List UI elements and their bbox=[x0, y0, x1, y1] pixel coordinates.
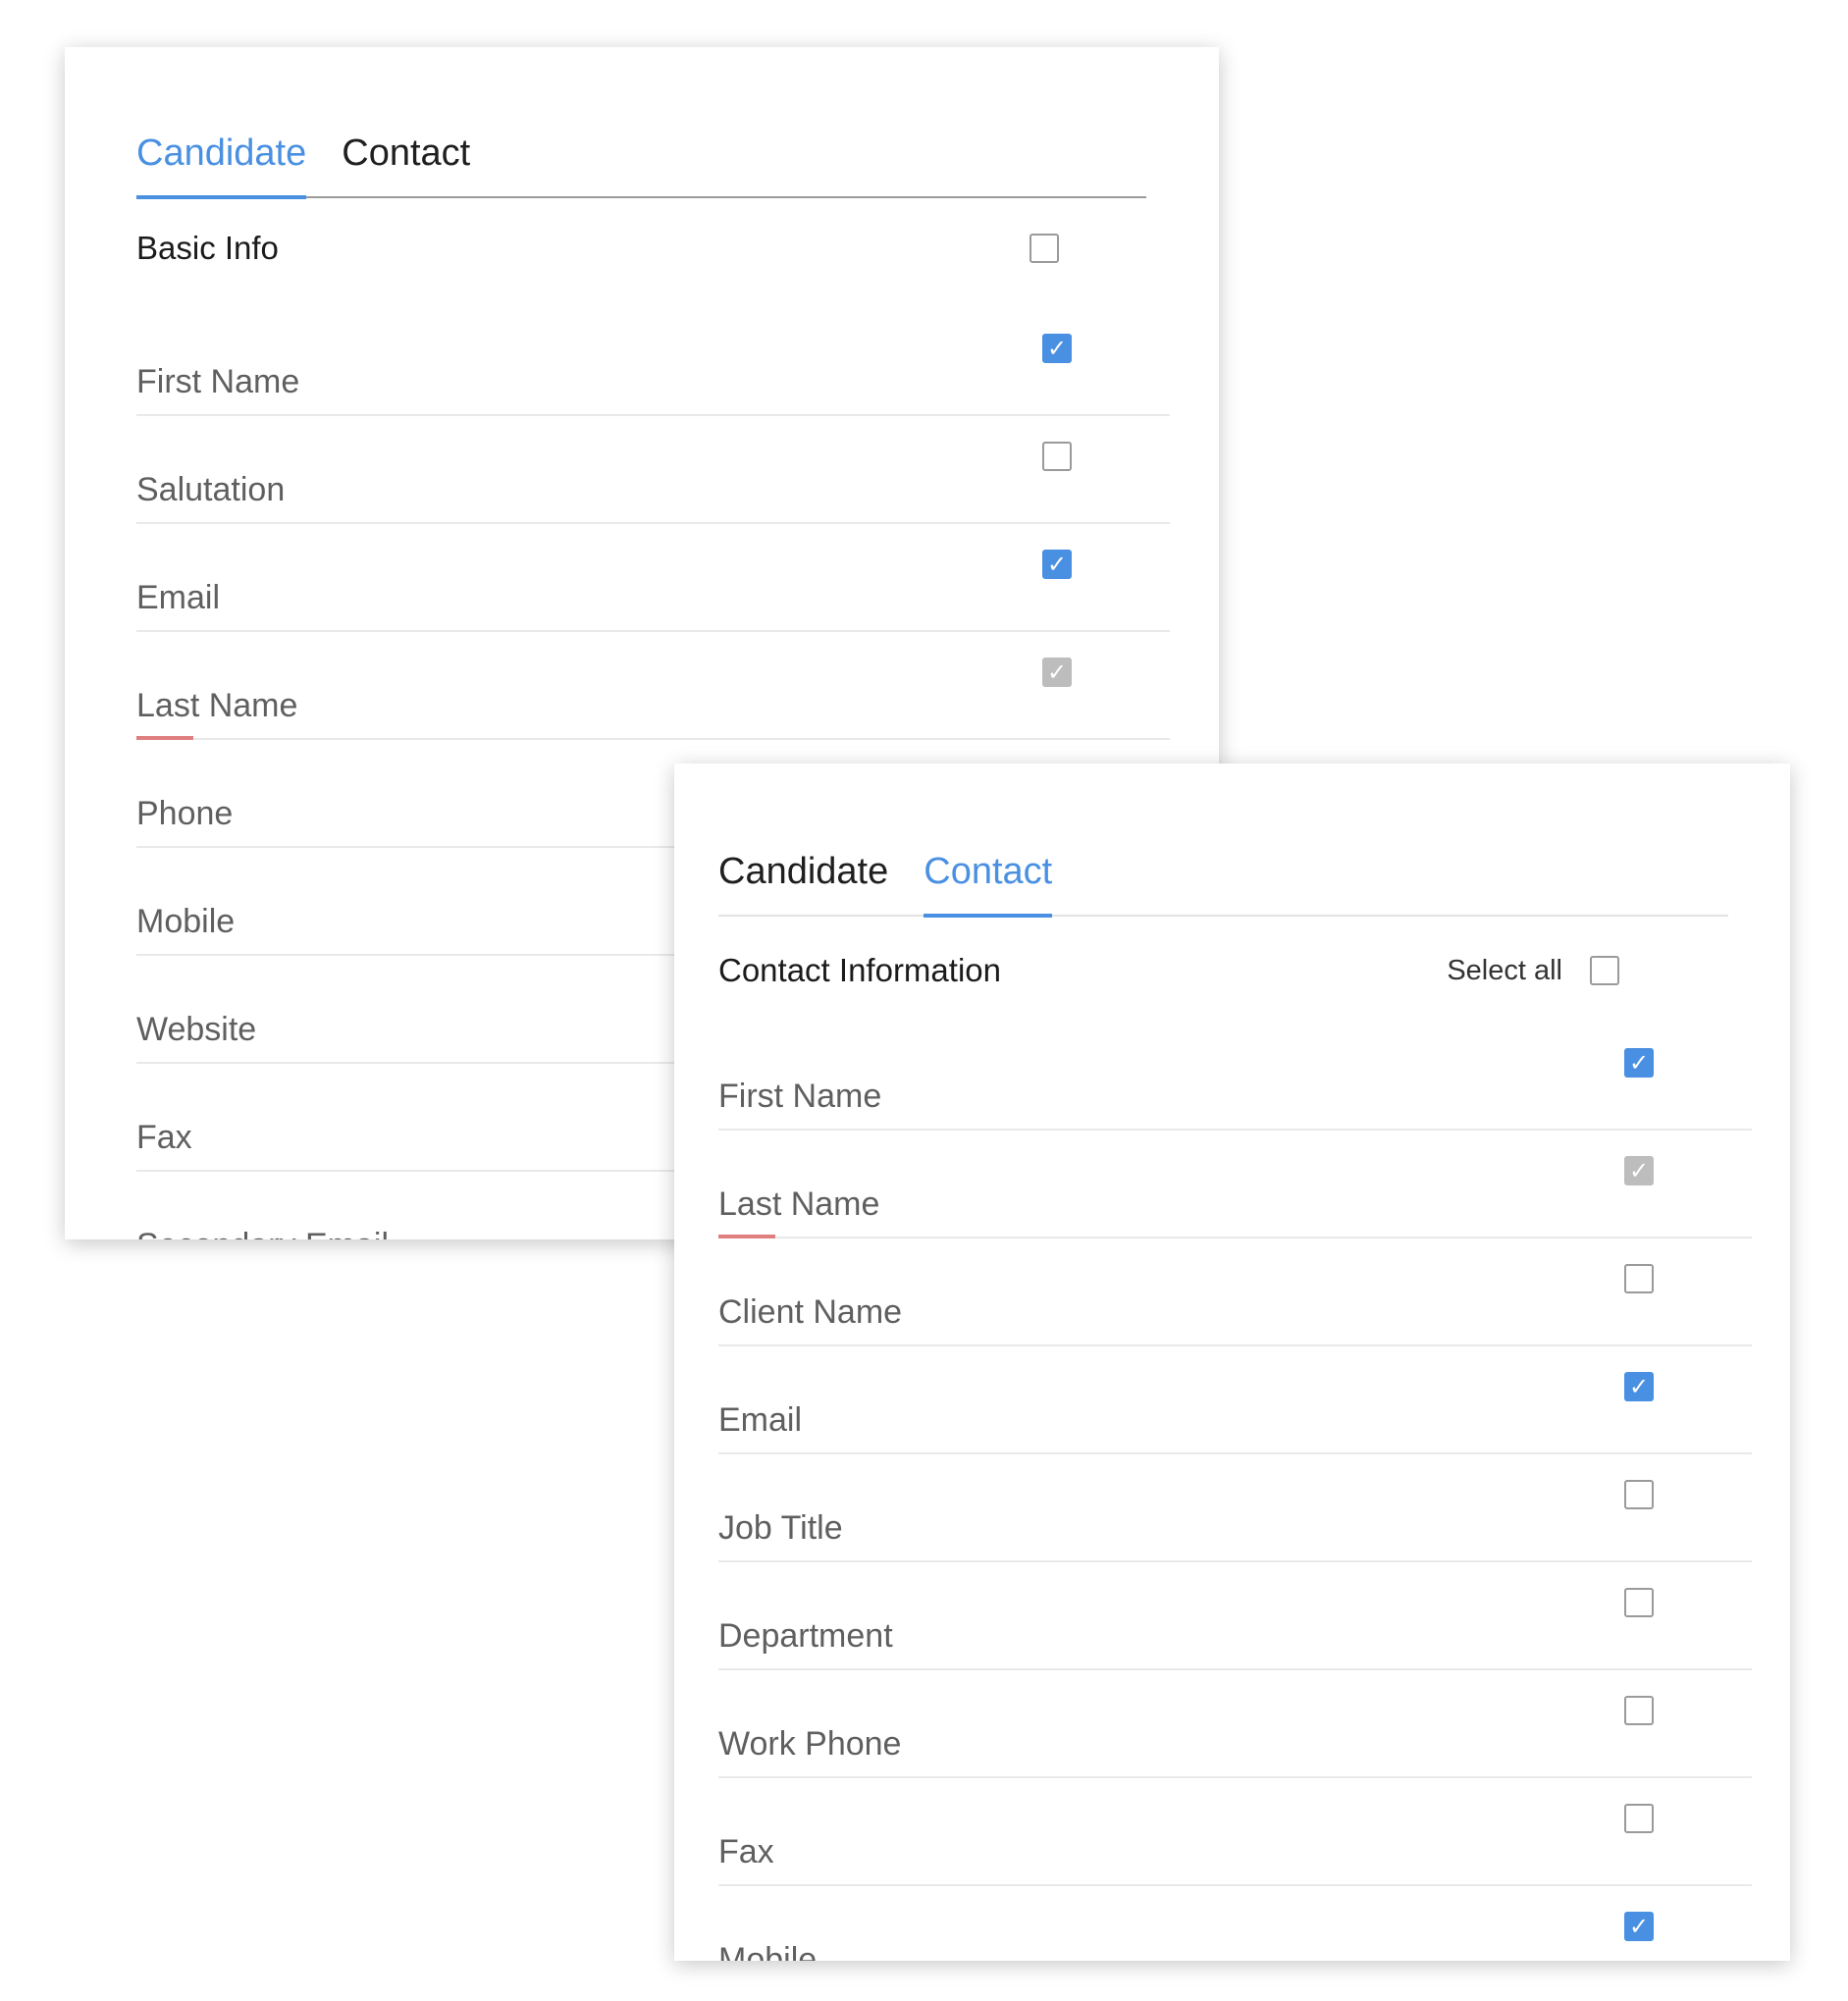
panel-tabs: Candidate Contact bbox=[718, 797, 1728, 918]
section-title: Basic Info bbox=[136, 230, 279, 266]
field-label: First Name bbox=[718, 1078, 882, 1116]
checkmark-icon: ✓ bbox=[1628, 1049, 1650, 1077]
field-label: Phone bbox=[136, 795, 234, 833]
field-label: Client Name bbox=[718, 1293, 903, 1332]
field-row: Job Title bbox=[718, 1454, 1752, 1562]
field-checkbox[interactable] bbox=[1624, 1480, 1654, 1509]
field-label: Mobile bbox=[718, 1941, 818, 1961]
field-label: Website bbox=[136, 1011, 257, 1049]
field-label: Salutation bbox=[136, 471, 286, 509]
checkmark-icon: ✓ bbox=[1046, 658, 1068, 686]
field-checkbox[interactable] bbox=[1624, 1804, 1654, 1833]
field-row: Last Name ✓ bbox=[136, 632, 1170, 740]
checkmark-icon: ✓ bbox=[1628, 1157, 1650, 1185]
tab-candidate[interactable]: Candidate bbox=[718, 850, 888, 915]
panel-tabs: Candidate Contact bbox=[136, 77, 1146, 199]
select-all-label: Select all bbox=[1447, 954, 1562, 986]
section-title: Contact Information bbox=[718, 952, 1001, 988]
field-checkbox: ✓ bbox=[1042, 658, 1072, 687]
field-checkbox[interactable] bbox=[1624, 1588, 1654, 1617]
field-row: Fax bbox=[718, 1778, 1752, 1886]
field-row: Client Name bbox=[718, 1238, 1752, 1346]
tab-contact[interactable]: Contact bbox=[924, 850, 1052, 918]
field-checkbox[interactable]: ✓ bbox=[1624, 1372, 1654, 1401]
field-label: Department bbox=[718, 1617, 893, 1656]
field-label: Fax bbox=[718, 1833, 774, 1871]
field-label: Last Name bbox=[718, 1185, 880, 1224]
field-label: Fax bbox=[136, 1119, 192, 1157]
field-row: First Name ✓ bbox=[136, 308, 1170, 416]
field-label: Job Title bbox=[718, 1509, 843, 1548]
field-label: Secondary Email bbox=[136, 1226, 389, 1239]
tab-candidate[interactable]: Candidate bbox=[136, 132, 307, 199]
field-label: Email bbox=[136, 579, 221, 617]
field-checkbox: ✓ bbox=[1624, 1156, 1654, 1185]
field-checkbox[interactable]: ✓ bbox=[1042, 550, 1072, 579]
field-row: Email ✓ bbox=[136, 524, 1170, 632]
field-row: Salutation bbox=[136, 416, 1170, 524]
field-row: Department bbox=[718, 1562, 1752, 1670]
field-label: Work Phone bbox=[718, 1725, 902, 1764]
tab-contact[interactable]: Contact bbox=[342, 132, 470, 196]
field-row: First Name ✓ bbox=[718, 1023, 1752, 1131]
field-checkbox[interactable]: ✓ bbox=[1624, 1048, 1654, 1078]
field-label: Last Name bbox=[136, 687, 298, 725]
field-label: Email bbox=[718, 1401, 803, 1440]
field-label: First Name bbox=[136, 363, 300, 401]
checkmark-icon: ✓ bbox=[1046, 335, 1068, 362]
field-checkbox[interactable] bbox=[1042, 442, 1072, 471]
field-list: First Name ✓ Last Name ✓ Client Name Email ✓ Jo… bbox=[718, 1023, 1752, 1961]
checkmark-icon: ✓ bbox=[1628, 1913, 1650, 1940]
checkmark-icon: ✓ bbox=[1046, 551, 1068, 578]
field-label: Mobile bbox=[136, 903, 236, 941]
field-row: Work Phone bbox=[718, 1670, 1752, 1778]
contact-fields-panel: Candidate Contact Contact Information Se… bbox=[674, 764, 1790, 1961]
section-checkbox[interactable] bbox=[1030, 234, 1059, 263]
field-checkbox[interactable]: ✓ bbox=[1042, 334, 1072, 363]
field-checkbox[interactable] bbox=[1624, 1696, 1654, 1725]
checkmark-icon: ✓ bbox=[1628, 1373, 1650, 1400]
section-header: Basic Info bbox=[136, 214, 1137, 283]
field-checkbox[interactable] bbox=[1624, 1264, 1654, 1293]
section-header: Contact Information Select all bbox=[718, 936, 1719, 1005]
select-all-checkbox[interactable] bbox=[1590, 956, 1619, 985]
field-checkbox[interactable]: ✓ bbox=[1624, 1912, 1654, 1941]
field-row: Last Name ✓ bbox=[718, 1131, 1752, 1238]
field-row: Mobile ✓ bbox=[718, 1886, 1752, 1961]
field-row: Email ✓ bbox=[718, 1346, 1752, 1454]
select-all: Select all bbox=[1447, 955, 1619, 987]
